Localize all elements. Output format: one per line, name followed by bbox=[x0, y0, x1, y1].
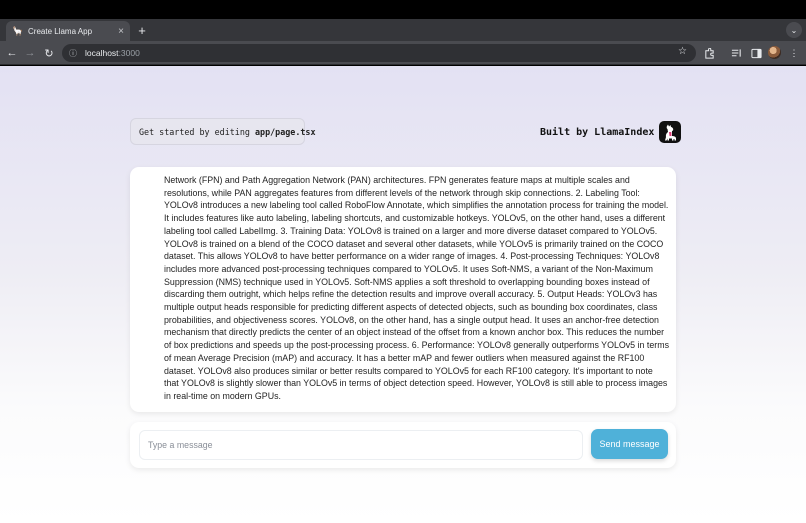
get-started-file: app/page.tsx bbox=[254, 126, 316, 137]
side-panel-icon[interactable] bbox=[749, 46, 763, 60]
back-arrow-icon[interactable]: ← bbox=[4, 45, 20, 61]
tab-close-icon[interactable]: × bbox=[118, 26, 124, 37]
assistant-message: Network (FPN) and Path Aggregation Netwo… bbox=[164, 175, 670, 401]
screen-top-bar bbox=[0, 0, 806, 19]
profile-avatar[interactable] bbox=[768, 46, 781, 59]
forward-arrow-icon[interactable]: → bbox=[22, 45, 38, 61]
browser-tab[interactable]: 🦙 Create Llama App × bbox=[6, 21, 130, 41]
get-started-banner: Get started by editing app/page.tsx bbox=[130, 118, 316, 145]
new-tab-button[interactable]: + bbox=[134, 21, 150, 39]
llama-logo-icon bbox=[659, 121, 682, 143]
page-body: Get started by editing app/page.tsx Buil… bbox=[0, 66, 806, 523]
address-bar[interactable]: ⓘ localhost:3000 ☆ bbox=[62, 44, 696, 62]
address-port: :3000 bbox=[118, 48, 140, 58]
browser-tab-strip: 🦙 Create Llama App × + ⌄ bbox=[0, 19, 806, 41]
extensions-icon[interactable] bbox=[702, 46, 716, 60]
chat-messages-panel[interactable]: Network (FPN) and Path Aggregation Netwo… bbox=[130, 167, 676, 412]
built-by-link[interactable]: Built by LlamaIndex bbox=[540, 121, 682, 143]
bookmark-star-icon[interactable]: ☆ bbox=[678, 46, 687, 57]
built-by-text: Built by LlamaIndex bbox=[540, 126, 655, 138]
address-host: localhost bbox=[85, 48, 119, 58]
kebab-menu-icon[interactable]: ⋮ bbox=[787, 46, 801, 60]
tab-title: Create Llama App bbox=[28, 26, 93, 36]
message-input[interactable] bbox=[139, 430, 583, 460]
get-started-text: Get started by editing bbox=[139, 126, 255, 137]
send-message-button[interactable]: Send message bbox=[591, 429, 668, 459]
llama-favicon-icon: 🦙 bbox=[12, 25, 24, 36]
chat-composer: Send message bbox=[130, 422, 676, 468]
reading-list-icon[interactable] bbox=[729, 46, 743, 60]
browser-toolbar: ← → ↻ ⓘ localhost:3000 ☆ ⋮ bbox=[0, 41, 806, 65]
tab-search-icon[interactable]: ⌄ bbox=[786, 22, 802, 38]
reload-icon[interactable]: ↻ bbox=[41, 45, 57, 61]
site-info-icon[interactable]: ⓘ bbox=[69, 48, 77, 59]
